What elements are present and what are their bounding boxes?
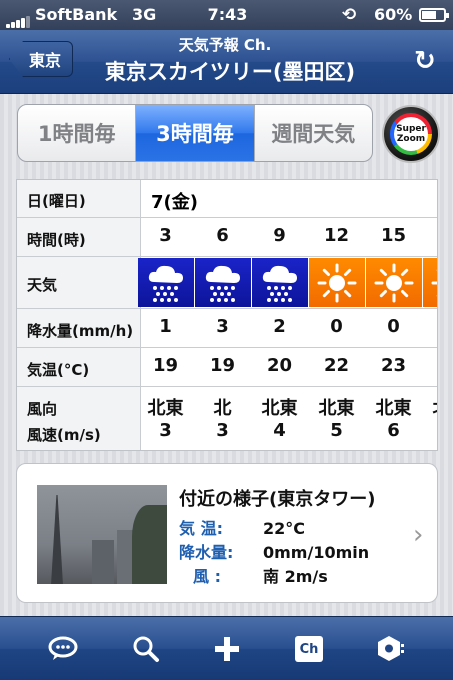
chevron-right-icon: › [413,520,424,550]
chat-icon[interactable] [45,631,81,667]
time-cell: 6 [216,225,229,246]
time-cell: 9 [273,225,286,246]
label-time: 時間(時) [27,231,86,249]
precip-cell: 0 [330,316,343,337]
tab-bar: Ch [0,616,453,680]
carrier-label: SoftBank [35,5,118,24]
wind-dir-cell: 北 [213,398,232,419]
nav-bar: 東京 天気予報 Ch. 東京スカイツリー(墨田区) ↻ [0,30,453,94]
signal-icon [6,9,31,28]
precip-cell: 0 [422,316,437,337]
time-cell: 12 [323,225,350,246]
nearby-temp-row: 気 温: 22°C [179,515,305,539]
label-precip: 降水量(mm/h) [27,322,134,340]
wind-speed-cell: 3 [159,420,172,441]
label-weather: 天気 [27,276,58,294]
segment-3hour[interactable]: 3時間毎 [136,105,255,161]
temp-cell: 19 [209,355,236,376]
search-icon[interactable] [128,631,164,667]
date-cell: 7(金) [151,192,198,213]
super-zoom-line1: Super [396,124,426,134]
nearby-temp-value: 22°C [263,519,306,538]
temp-cell: 20 [266,355,293,376]
sun-icon [423,258,437,307]
rain-icon [195,258,251,307]
wind-dir-cell: 北東 [422,394,438,420]
wind-speed-cell: 6 [422,420,437,441]
super-zoom-line2: Zoom [396,134,426,144]
wind-dir-cell: 北東 [147,398,184,419]
temp-cell: 19 [152,355,179,376]
battery-icon [419,8,449,22]
clock: 7:43 [207,5,248,24]
live-camera-image [37,485,167,584]
battery-percent: 60% [374,5,413,24]
nearby-precip-row: 降水量: 0mm/10min [179,539,369,563]
wind-speed-cell: 5 [330,420,343,441]
nearby-precip-label: 降水量: [179,543,234,562]
segment-weekly[interactable]: 週間天気 [255,105,372,161]
precip-cell: 3 [216,316,229,337]
interval-segmented-control: 1時間毎 3時間毎 週間天気 [17,104,373,162]
sun-icon [366,258,422,307]
wind-speed-cell: 3 [216,420,229,441]
precip-cell: 1 [159,316,172,337]
temp-cell: 22 [323,355,350,376]
segment-1hour[interactable]: 1時間毎 [18,105,137,161]
time-cell: 18 [422,225,437,246]
back-button[interactable]: 東京 [9,41,73,77]
temp-cell: 22 [422,355,437,376]
temp-cell: 23 [380,355,407,376]
super-zoom-button[interactable]: Super Zoom [382,105,440,163]
rotation-lock-icon: ⟲ [342,5,357,25]
channel-icon[interactable]: Ch [291,631,327,667]
precip-cell: 2 [273,316,286,337]
time-cell: 15 [380,225,407,246]
wind-dir-cell: 北東 [261,398,298,419]
nearby-temp-label: 気 温: [179,519,223,538]
status-bar: SoftBank 3G 7:43 ⟲ 60% [0,0,453,30]
add-icon[interactable] [209,631,245,667]
sun-icon [309,258,365,307]
nearby-card[interactable]: 付近の様子(東京タワー) 気 温: 22°C 降水量: 0mm/10min 風 : 南… [16,463,438,603]
nearby-wind-row: 風 : 南 2m/s [179,563,328,587]
nearby-wind-label: 風 : [193,567,221,586]
label-wind-dir: 風向 [27,400,58,418]
nearby-precip-value: 0mm/10min [263,543,370,562]
time-cell: 3 [159,225,172,246]
nearby-wind-value: 南 2m/s [263,567,328,586]
nearby-title: 付近の様子(東京タワー) [179,489,376,510]
refresh-icon[interactable]: ↻ [414,46,436,76]
wind-dir-cell: 北東 [318,398,355,419]
wind-speed-cell: 6 [387,420,400,441]
wind-dir-cell: 北東 [375,398,412,419]
label-date: 日(曜日) [27,192,86,210]
label-wind-speed: 風速(m/s) [27,426,101,444]
rain-icon [252,258,308,307]
page-title: 東京スカイツリー(墨田区) [104,60,356,84]
nav-subtitle: 天気予報 Ch. [178,36,272,54]
settings-icon[interactable] [372,631,408,667]
label-temp: 気温(°C) [27,361,90,379]
wind-speed-cell: 4 [273,420,286,441]
precip-cell: 0 [387,316,400,337]
channel-label: Ch [295,636,323,662]
forecast-table[interactable]: 日(曜日) 時間(時) 天気 降水量(mm/h) 気温(°C) 風向 風速(m/… [16,179,438,451]
network-label: 3G [132,5,157,24]
rain-icon [138,258,194,307]
